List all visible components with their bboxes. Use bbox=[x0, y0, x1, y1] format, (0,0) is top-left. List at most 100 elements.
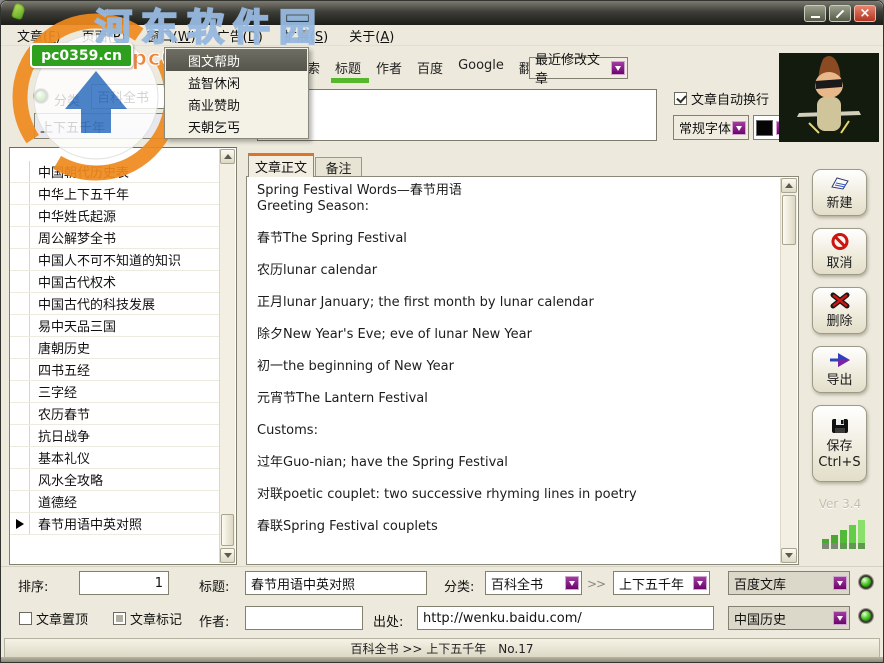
list-item[interactable]: 中国古代权术 bbox=[10, 271, 219, 293]
mark-article-checkbox[interactable] bbox=[113, 612, 126, 625]
search-input[interactable] bbox=[257, 89, 657, 141]
delete-button[interactable]: 删除 bbox=[812, 287, 867, 334]
scroll-down-button[interactable] bbox=[781, 548, 797, 563]
list-item-label: 中华姓氏起源 bbox=[30, 206, 116, 225]
form-category-dropdown[interactable]: 百科全书 bbox=[485, 571, 582, 595]
content-line: 正月lunar January; the first month by luna… bbox=[257, 295, 772, 311]
list-item[interactable]: 道德经 bbox=[10, 491, 219, 513]
article-content-panel[interactable]: Spring Festival Words—春节用语Greeting Seaso… bbox=[246, 176, 799, 565]
autowrap-option[interactable]: 文章自动换行 bbox=[674, 89, 769, 108]
minimize-button[interactable] bbox=[804, 5, 826, 22]
list-item-label: 中华上下五千年 bbox=[30, 184, 129, 203]
recent-articles-dropdown[interactable]: 最近修改文章 bbox=[529, 57, 628, 79]
menu-item-P[interactable]: 页面(P) bbox=[82, 26, 126, 45]
list-item[interactable]: 中国朝代历史表 bbox=[10, 161, 219, 183]
list-item[interactable]: 易中天品三国 bbox=[10, 315, 219, 337]
list-item[interactable]: 春节用语中英对照 bbox=[10, 513, 219, 535]
filter-tab[interactable]: 百度 bbox=[417, 58, 443, 77]
chevron-down-icon[interactable] bbox=[565, 576, 579, 590]
scroll-up-button[interactable] bbox=[220, 149, 235, 164]
menu-item-W[interactable]: 窗口(W) bbox=[147, 26, 196, 45]
subcategory-dropdown[interactable]: 上下五千年 bbox=[34, 113, 174, 139]
pin-article-checkbox[interactable] bbox=[19, 612, 32, 625]
popup-menu-item[interactable]: 图文帮助 bbox=[166, 49, 307, 71]
menu-item-A[interactable]: 关于(A) bbox=[349, 26, 394, 45]
filter-tabs: 搜索标题作者百度Google翻译 bbox=[294, 58, 545, 77]
list-item[interactable]: 基本礼仪 bbox=[10, 447, 219, 469]
scrollbar-thumb[interactable] bbox=[221, 514, 234, 546]
chevron-down-icon[interactable] bbox=[833, 611, 847, 625]
autowrap-checkbox[interactable] bbox=[674, 92, 687, 105]
source-label: 出处: bbox=[373, 611, 403, 630]
list-item[interactable]: 抗日战争 bbox=[10, 425, 219, 447]
save-button-shortcut: Ctrl+S bbox=[818, 455, 860, 470]
export-button[interactable]: 导出 bbox=[812, 346, 867, 393]
scroll-up-button[interactable] bbox=[781, 178, 797, 193]
chevron-down-icon[interactable] bbox=[693, 576, 707, 590]
arrow-up-icon bbox=[785, 179, 793, 188]
list-item[interactable]: 四书五经 bbox=[10, 359, 219, 381]
author-input[interactable] bbox=[245, 606, 363, 630]
list-item[interactable]: 农历春节 bbox=[10, 403, 219, 425]
menu-item-F[interactable]: 文章(F) bbox=[17, 26, 61, 45]
form-subcategory-dropdown[interactable]: 上下五千年 bbox=[613, 571, 710, 595]
list-item[interactable]: 中华姓氏起源 bbox=[10, 205, 219, 227]
chevron-down-icon[interactable] bbox=[611, 61, 625, 75]
cancel-button[interactable]: 取消 bbox=[812, 228, 867, 275]
chevron-down-icon[interactable] bbox=[833, 576, 847, 590]
pin-article-option[interactable]: 文章置顶 bbox=[19, 609, 88, 628]
title-input[interactable] bbox=[245, 571, 427, 595]
tab-notes[interactable]: 备注 bbox=[315, 157, 362, 177]
subcategory-value: 上下五千年 bbox=[40, 117, 105, 136]
font-style-label: 常规字体 bbox=[679, 118, 731, 137]
source-input[interactable] bbox=[417, 606, 714, 630]
category-dropdown[interactable]: 百科全书 bbox=[91, 84, 174, 109]
scrollbar-thumb[interactable] bbox=[782, 195, 796, 245]
content-line: Spring Festival Words—春节用语 bbox=[257, 183, 772, 199]
maximize-button[interactable] bbox=[829, 5, 851, 22]
list-item[interactable]: 三字经 bbox=[10, 381, 219, 403]
category-led-icon[interactable] bbox=[34, 89, 48, 103]
tab-article-body[interactable]: 文章正文 bbox=[248, 153, 314, 177]
filter-tab[interactable]: 标题 bbox=[335, 58, 361, 77]
list-item-label: 抗日战争 bbox=[30, 426, 90, 445]
popup-menu-item[interactable]: 天朝乞丐 bbox=[166, 115, 307, 137]
title-bar[interactable]: × bbox=[1, 1, 883, 25]
save-button[interactable]: 保存 Ctrl+S bbox=[812, 405, 867, 482]
history-dropdown[interactable]: 中国历史 bbox=[728, 606, 850, 630]
chevron-down-icon[interactable] bbox=[732, 121, 746, 135]
row-gutter bbox=[10, 425, 30, 446]
filter-tab[interactable]: Google bbox=[458, 58, 504, 77]
menu-item-D[interactable]: 广告(D) bbox=[217, 26, 263, 45]
list-item[interactable]: 中国古代的科技发展 bbox=[10, 293, 219, 315]
new-button[interactable]: 新建 bbox=[812, 169, 867, 216]
list-item[interactable]: 唐朝历史 bbox=[10, 337, 219, 359]
list-item-label: 春节用语中英对照 bbox=[30, 514, 142, 533]
content-scrollbar[interactable] bbox=[780, 178, 797, 563]
title-label: 标题: bbox=[199, 576, 229, 595]
list-scrollbar[interactable] bbox=[219, 149, 235, 563]
save-button-label: 保存 bbox=[826, 435, 852, 454]
form-category-value: 百科全书 bbox=[491, 574, 543, 593]
close-button[interactable]: × bbox=[854, 5, 876, 22]
popup-menu-item[interactable]: 益智休闲 bbox=[166, 71, 307, 93]
library-led-button[interactable] bbox=[859, 575, 873, 589]
row-gutter bbox=[10, 249, 30, 270]
sort-input[interactable] bbox=[79, 571, 169, 595]
menu-item-S[interactable]: 扩展(S) bbox=[284, 26, 328, 45]
list-item[interactable]: 中国人不可不知道的知识 bbox=[10, 249, 219, 271]
library-dropdown[interactable]: 百度文库 bbox=[728, 571, 850, 595]
row-gutter bbox=[10, 337, 30, 358]
content-line: 过年Guo-nian; have the Spring Festival bbox=[257, 455, 772, 471]
popup-menu-item[interactable]: 商业赞助 bbox=[166, 93, 307, 115]
font-style-dropdown[interactable]: 常规字体 bbox=[673, 115, 749, 140]
floppy-icon bbox=[831, 418, 849, 434]
scroll-down-button[interactable] bbox=[220, 548, 235, 563]
list-item[interactable]: 风水全攻略 bbox=[10, 469, 219, 491]
history-led-button[interactable] bbox=[859, 609, 873, 623]
mark-article-option[interactable]: 文章标记 bbox=[113, 609, 182, 628]
list-item[interactable]: 周公解梦全书 bbox=[10, 227, 219, 249]
list-item[interactable]: 中华上下五千年 bbox=[10, 183, 219, 205]
filter-tab[interactable]: 作者 bbox=[376, 58, 402, 77]
category-separator: >> bbox=[587, 577, 605, 591]
